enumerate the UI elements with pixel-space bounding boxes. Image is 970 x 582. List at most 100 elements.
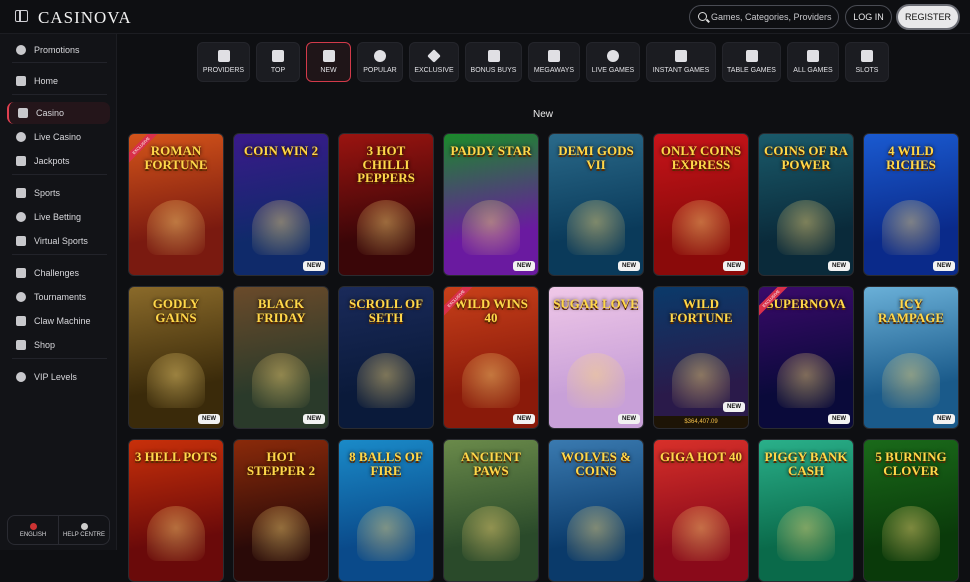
game-tile[interactable]: BLACK FRIDAY NEW <box>233 286 329 429</box>
game-artwork <box>462 353 520 408</box>
sidebar-item-label: Live Casino <box>34 132 82 142</box>
game-tile[interactable]: COINS OF RA POWER NEW <box>758 133 854 276</box>
tab-exclusive[interactable]: EXCLUSIVE <box>409 42 459 82</box>
sevens-icon <box>861 50 873 62</box>
tab-live-games[interactable]: LIVE GAMES <box>586 42 640 82</box>
game-tile[interactable]: GODLY GAINS NEW <box>128 286 224 429</box>
sidebar-item-promotions[interactable]: Promotions <box>7 39 110 61</box>
game-tile[interactable]: SUPERNOVA EXCLUSIVE NEW <box>758 286 854 429</box>
tab-label: EXCLUSIVE <box>414 67 454 74</box>
tab-providers[interactable]: PROVIDERS <box>197 42 250 82</box>
sidebar-divider <box>12 94 107 95</box>
game-tile[interactable]: WOLVES & COINS <box>548 439 644 582</box>
medal-icon <box>16 268 26 278</box>
tab-label: TABLE GAMES <box>727 67 776 74</box>
game-tile[interactable]: HOT STEPPER 2 <box>233 439 329 582</box>
help-label: HELP CENTRE <box>63 531 105 538</box>
game-artwork <box>357 353 415 408</box>
game-tile[interactable]: WILD FORTUNE $364,407.09 NEW <box>653 286 749 429</box>
register-button[interactable]: REGISTER <box>896 4 960 30</box>
jackpot-amount: $364,407.09 <box>654 416 748 428</box>
new-badge: NEW <box>618 261 640 271</box>
sidebar-toggle-icon[interactable] <box>15 10 28 22</box>
card-deck-icon <box>745 50 758 62</box>
tab-slots[interactable]: SLOTS <box>845 42 889 82</box>
joystick-icon <box>675 50 687 62</box>
game-title: 5 BURNING CLOVER <box>875 449 947 478</box>
game-tile[interactable]: 3 HOT CHILLI PEPPERS <box>338 133 434 276</box>
game-artwork <box>357 200 415 255</box>
tab-popular[interactable]: POPULAR <box>357 42 403 82</box>
providers-icon <box>217 50 230 62</box>
sidebar-item-jackpots[interactable]: Jackpots <box>7 150 110 172</box>
game-tile[interactable]: WILD WINS 40 EXCLUSIVE NEW <box>443 286 539 429</box>
flag-icon <box>29 522 37 530</box>
sidebar-item-virtual-sports[interactable]: Virtual Sports <box>7 230 110 252</box>
sidebar-item-tournaments[interactable]: Tournaments <box>7 286 110 308</box>
game-tile[interactable]: ICY RAMPAGE NEW <box>863 286 959 429</box>
game-artwork <box>882 200 940 255</box>
game-artwork <box>567 506 625 561</box>
tab-bonus-buys[interactable]: BONUS BUYS <box>465 42 522 82</box>
game-tile[interactable]: DEMI GODS VII NEW <box>548 133 644 276</box>
game-artwork <box>567 200 625 255</box>
sidebar-item-home[interactable]: Home <box>7 70 110 92</box>
game-tile[interactable]: PADDY STAR NEW <box>443 133 539 276</box>
login-button[interactable]: LOG IN <box>845 5 892 29</box>
virtual-sports-icon <box>16 236 26 246</box>
game-artwork <box>672 353 730 408</box>
language-button[interactable]: ENGLISH <box>8 516 59 544</box>
game-title: GODLY GAINS <box>152 296 200 325</box>
sidebar-item-label: Casino <box>36 108 65 118</box>
sidebar-item-label: Jackpots <box>34 156 70 166</box>
tab-top[interactable]: TOP <box>256 42 300 82</box>
game-tile[interactable]: 3 HELL POTS <box>128 439 224 582</box>
new-badge: NEW <box>198 414 220 424</box>
game-artwork <box>147 200 205 255</box>
game-title: ICY RAMPAGE <box>877 296 945 325</box>
tab-new[interactable]: NEW <box>306 42 351 82</box>
game-tile[interactable]: PIGGY BANK CASH <box>758 439 854 582</box>
sidebar-item-live-betting[interactable]: Live Betting <box>7 206 110 228</box>
sidebar-item-live-casino[interactable]: Live Casino <box>7 126 110 148</box>
game-tile[interactable]: SUGAR LOVE NEW <box>548 286 644 429</box>
sidebar-item-label: Virtual Sports <box>34 236 88 246</box>
game-title: ANCIENT PAWS <box>461 449 521 478</box>
sidebar-item-sports[interactable]: Sports <box>7 182 110 204</box>
game-tile[interactable]: ONLY COINS EXPRESS NEW <box>653 133 749 276</box>
game-tile[interactable]: 5 BURNING CLOVER <box>863 439 959 582</box>
game-title: WOLVES & COINS <box>561 449 631 478</box>
game-tile[interactable]: SCROLL OF SETH <box>338 286 434 429</box>
sidebar-item-casino[interactable]: Casino <box>7 102 110 124</box>
tab-table-games[interactable]: TABLE GAMES <box>722 42 781 82</box>
tab-label: INSTANT GAMES <box>652 67 710 74</box>
tab-instant-games[interactable]: INSTANT GAMES <box>646 42 716 82</box>
sidebar-divider <box>12 62 107 63</box>
tab-all-games[interactable]: ALL GAMES <box>787 42 839 82</box>
tab-label: TOP <box>270 67 286 74</box>
sidebar: Promotions Home Casino Live Casino Jackpots S… <box>0 34 117 550</box>
sidebar-item-challenges[interactable]: Challenges <box>7 262 110 284</box>
game-tile[interactable]: ROMAN FORTUNE EXCLUSIVE <box>128 133 224 276</box>
game-artwork <box>147 353 205 408</box>
game-title: BLACK FRIDAY <box>256 296 306 325</box>
search-input[interactable] <box>711 9 835 25</box>
game-tile[interactable]: 8 BALLS OF FIRE <box>338 439 434 582</box>
game-tile[interactable]: ANCIENT PAWS <box>443 439 539 582</box>
tab-label: NEW <box>320 67 337 74</box>
game-artwork <box>672 506 730 561</box>
tab-megaways[interactable]: MEGAWAYS <box>528 42 580 82</box>
game-tile[interactable]: GIGA HOT 40 <box>653 439 749 582</box>
game-tile[interactable]: 4 WILD RICHES NEW <box>863 133 959 276</box>
game-title: 3 HOT CHILLI PEPPERS <box>357 143 415 186</box>
sidebar-item-shop[interactable]: Shop <box>7 334 110 356</box>
sidebar-item-claw-machine[interactable]: Claw Machine <box>7 310 110 332</box>
site-logo[interactable]: CASINOVA <box>38 8 132 28</box>
new-badge: NEW <box>933 261 955 271</box>
game-tile[interactable]: COIN WIN 2 NEW <box>233 133 329 276</box>
grid-icon <box>807 50 819 62</box>
search-icon <box>698 12 707 21</box>
help-centre-button[interactable]: HELP CENTRE <box>59 516 109 544</box>
search-box[interactable] <box>689 5 839 29</box>
sidebar-item-vip-levels[interactable]: VIP Levels <box>7 366 110 388</box>
